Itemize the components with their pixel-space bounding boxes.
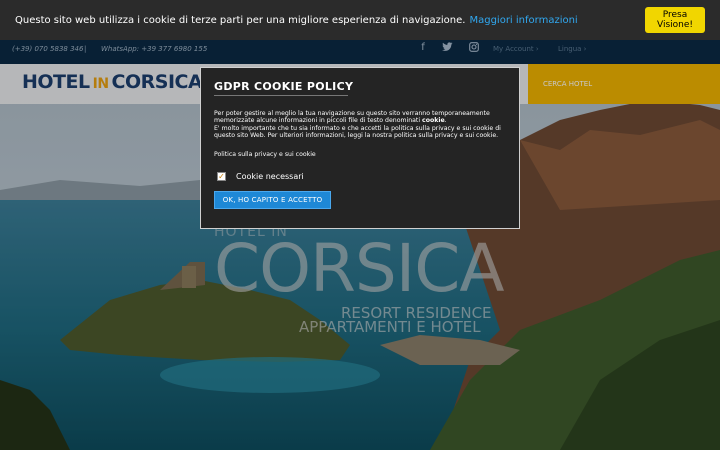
accept-cookies-button[interactable]: OK, HO CAPITO E ACCETTO [214,190,331,209]
necessary-cookies-label: Cookie necessari [236,171,304,181]
modal-body-bold: cookie [422,117,445,125]
necessary-cookies-checkbox[interactable]: ✓ [217,171,226,181]
modal-body-line-2a: memorizzate alcune informazioni in picco… [214,117,423,125]
cookie-consent-bar: Questo sito web utilizza i cookie di ter… [0,0,720,40]
cookie-bar-message: Questo sito web utilizza i cookie di ter… [15,14,466,26]
cookie-ok-button[interactable]: Presa Visione! [645,7,705,33]
modal-body-text: Per poter gestire al meglio la tua navig… [214,110,506,140]
modal-body-line-3: E' molto importante che tu sia informato… [214,124,501,132]
modal-title-underline [214,95,348,96]
modal-title: GDPR COOKIE POLICY [214,80,354,93]
necessary-cookies-row[interactable]: ✓ Cookie necessari [214,171,506,181]
more-info-link[interactable]: Maggiori informazioni [469,15,577,26]
modal-body-line-2: memorizzate alcune informazioni in picco… [214,117,506,124]
gdpr-cookie-modal: GDPR COOKIE POLICY Per poter gestire al … [200,67,520,229]
modal-body-line-2b: . [444,117,447,125]
modal-body-line-1: Per poter gestire al meglio la tua navig… [214,110,490,117]
privacy-policy-link[interactable]: Politica sulla privacy e sui cookie [214,151,506,158]
modal-body-line-4: questo sito Web. Per ulteriori informazi… [214,132,499,140]
